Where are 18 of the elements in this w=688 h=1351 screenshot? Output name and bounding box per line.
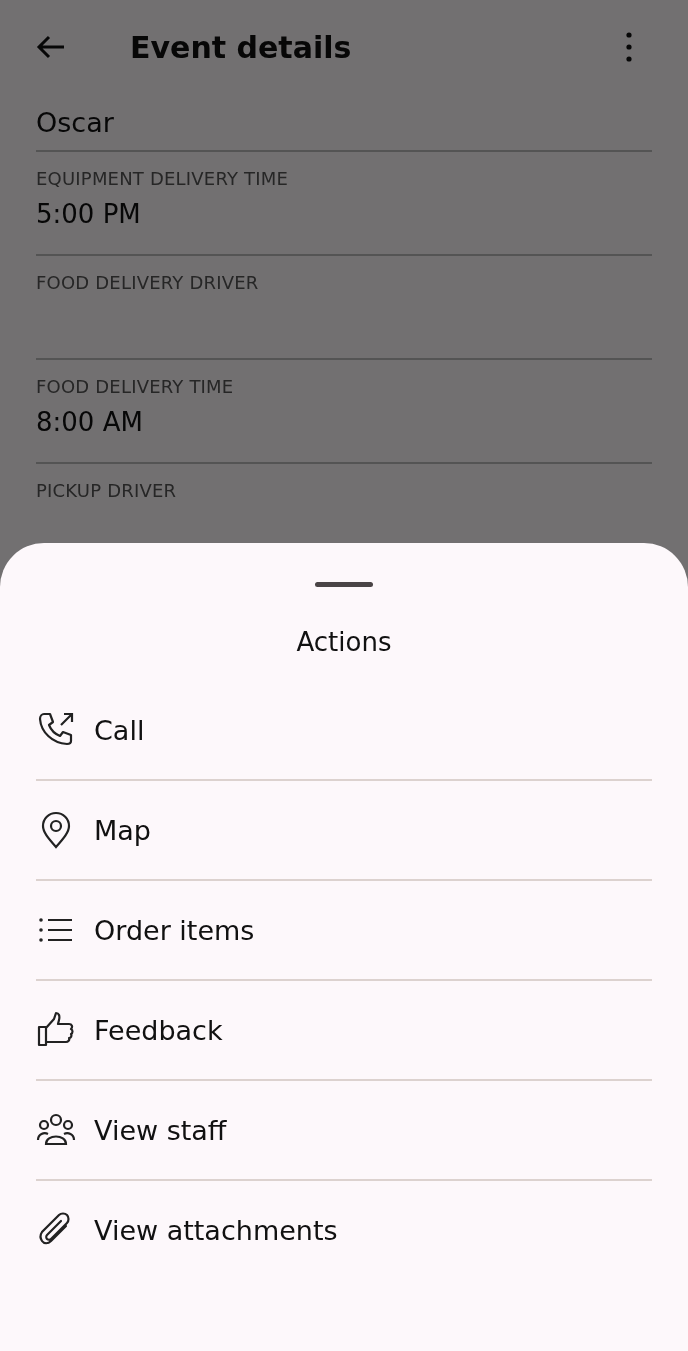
action-item[interactable]: Map — [36, 781, 652, 881]
more-icon[interactable] — [626, 32, 632, 62]
action-item[interactable]: View staff — [36, 1081, 652, 1181]
action-item[interactable]: Order items — [36, 881, 652, 981]
field-value: 8:00 AM — [36, 407, 144, 437]
back-icon[interactable] — [36, 35, 66, 59]
action-item[interactable]: Call — [36, 681, 652, 781]
action-item[interactable]: Feedback — [36, 981, 652, 1081]
field-label: FOOD DELIVERY DRIVER — [36, 272, 260, 293]
drag-handle[interactable] — [315, 582, 373, 587]
field-label: PICKUP DRIVER — [36, 480, 178, 501]
screen-title: Event details — [130, 29, 353, 65]
action-item[interactable]: View attachments — [36, 1181, 652, 1279]
field-label: FOOD DELIVERY TIME — [36, 376, 235, 397]
field-value: 5:00 PM — [36, 199, 142, 229]
field-label: EQUIPMENT DELIVERY TIME — [36, 168, 290, 189]
sheet-title: Actions — [296, 627, 392, 657]
field-value: Oscar — [36, 106, 114, 138]
